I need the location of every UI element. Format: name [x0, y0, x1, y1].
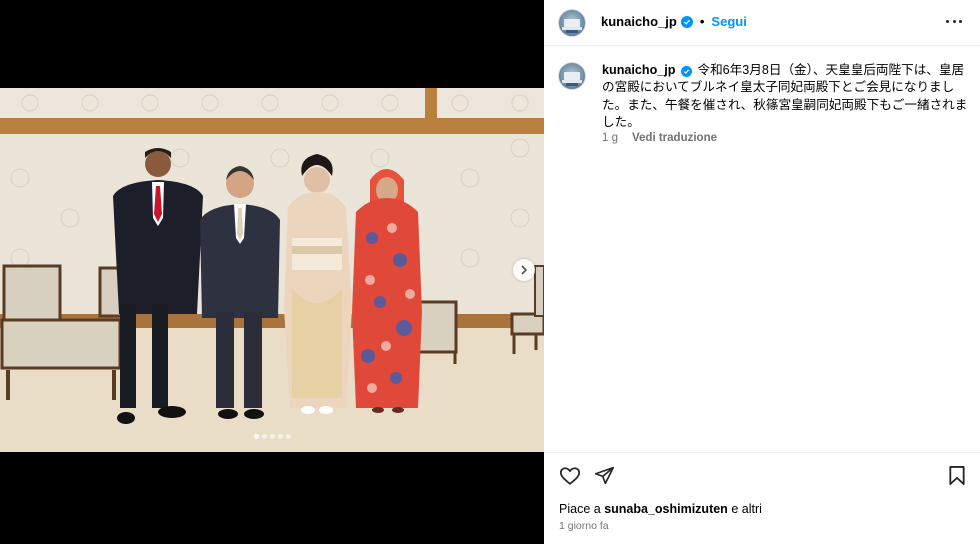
carousel-dot [285, 434, 291, 439]
paper-plane-icon[interactable] [594, 465, 615, 491]
caption-meta: 1 g Vedi traduzione [602, 132, 717, 144]
carousel-dot [261, 434, 267, 439]
likes-user[interactable]: sunaba_oshimizuten [604, 502, 728, 516]
photo-scene [0, 88, 544, 452]
translate-link[interactable]: Vedi traduzione [632, 132, 717, 144]
caption-text: kunaicho_jp 令和6年3月8日（金）、天皇皇后両陛下は、皇居の宮殿にお… [602, 62, 970, 131]
bookmark-icon[interactable] [948, 465, 966, 491]
next-slide-button[interactable] [513, 259, 535, 281]
verified-badge-icon [680, 15, 693, 28]
carousel-dot [277, 434, 283, 439]
avatar[interactable] [558, 9, 586, 37]
verified-badge-icon [680, 66, 692, 77]
carousel-dot [253, 434, 259, 439]
caption-age[interactable]: 1 g [602, 132, 618, 144]
chevron-right-icon [521, 265, 528, 275]
header-username[interactable]: kunaicho_jp [601, 14, 677, 29]
post-timestamp[interactable]: 1 giorno fa [559, 520, 609, 532]
likes-line: Piace a sunaba_oshimizuten e altri [559, 502, 762, 516]
likes-suffix[interactable]: e altri [731, 502, 762, 516]
post-panel: kunaicho_jp • Segui kunaicho_jp 令和6年3月8日… [544, 0, 980, 544]
more-options-icon[interactable] [946, 12, 962, 30]
post-photo [0, 88, 544, 452]
post-media[interactable] [0, 0, 544, 544]
post-actions: Piace a sunaba_oshimizuten e altri 1 gio… [544, 452, 980, 544]
follow-button[interactable]: Segui [711, 14, 746, 29]
heart-icon[interactable] [559, 465, 581, 492]
carousel-dot [269, 434, 275, 439]
caption-avatar[interactable] [558, 62, 586, 90]
header-separator: • [699, 14, 705, 29]
caption-username[interactable]: kunaicho_jp [602, 63, 675, 77]
header-user: kunaicho_jp • Segui [601, 14, 747, 29]
carousel-dots [0, 434, 544, 439]
post-header: kunaicho_jp • Segui [544, 0, 980, 46]
likes-prefix: Piace a [559, 502, 601, 516]
